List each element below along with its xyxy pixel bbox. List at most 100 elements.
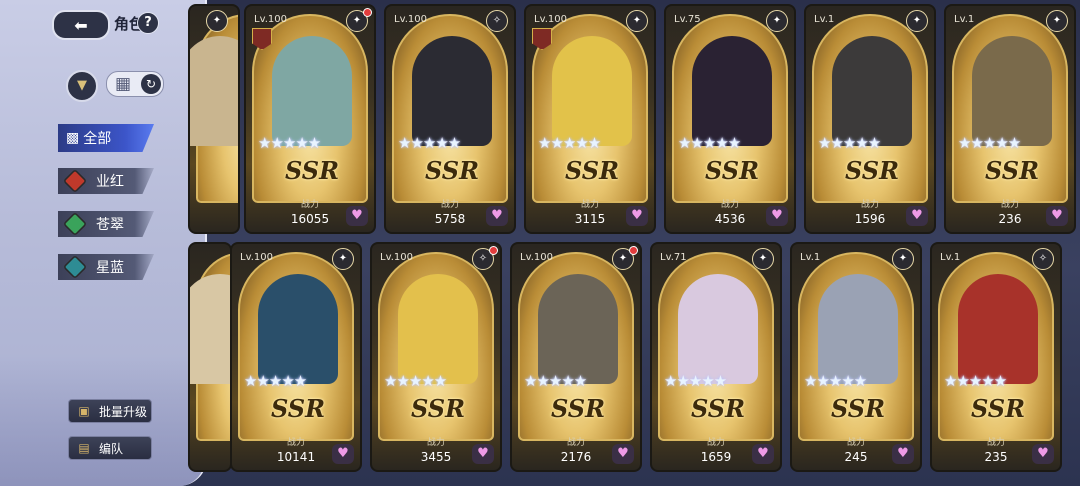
character-card[interactable]: Lv.1 ✦ ★★★★★ SSR 战力 236 ♥	[944, 4, 1076, 234]
character-card[interactable]: Lv.1 ✦ ★★★★★ SSR 战力 1596 ♥	[804, 4, 936, 234]
star-rating: ★★★★★	[258, 134, 321, 152]
character-portrait	[398, 274, 478, 384]
star-rating: ★★★★★	[524, 372, 587, 390]
character-card[interactable]: Lv.1 ✦ ★★★★★ SSR 战力 245 ♥	[790, 242, 922, 472]
heart-icon[interactable]: ♥	[346, 206, 368, 226]
back-button[interactable]: ⬅	[52, 10, 110, 40]
heart-icon[interactable]: ♥	[626, 206, 648, 226]
level-text: Lv.75	[674, 14, 701, 25]
heart-icon[interactable]: ♥	[332, 444, 354, 464]
heart-icon[interactable]: ♥	[612, 444, 634, 464]
character-card[interactable]: Lv.75 ✦ ★★★★★ SSR 战力 4536 ♥	[664, 4, 796, 234]
level-text: Lv.100	[534, 14, 567, 25]
element-icon: ✦	[906, 10, 928, 32]
character-portrait	[258, 274, 338, 384]
element-icon: ✦	[332, 248, 354, 270]
heart-icon[interactable]: ♥	[486, 206, 508, 226]
star-rating: ★★★★★	[818, 134, 881, 152]
category-label: 苍翠	[96, 217, 124, 233]
batch-upgrade-label: 批量升级	[99, 404, 148, 419]
character-portrait	[190, 274, 230, 384]
character-portrait	[818, 274, 898, 384]
character-portrait	[538, 274, 618, 384]
rarity-label: SSR	[690, 394, 746, 423]
batch-upgrade-button[interactable]: ▣ 批量升级	[68, 399, 152, 423]
character-card[interactable]: Lv.100 ✧ ★★★★★ SSR 战力 3455 ♥	[370, 242, 502, 472]
rarity-label: SSR	[550, 394, 606, 423]
heart-icon[interactable]: ♥	[752, 444, 774, 464]
element-icon: ✦	[626, 10, 648, 32]
star-rating: ★★★★★	[398, 134, 461, 152]
star-rating: ★★★★★	[958, 134, 1021, 152]
character-portrait	[190, 36, 238, 146]
level-text: Lv.100	[520, 252, 553, 263]
level-text: Lv.100	[240, 252, 273, 263]
rarity-label: SSR	[970, 394, 1026, 423]
category-blue[interactable]: 星蓝	[58, 254, 154, 280]
star-rating: ★★★★★	[664, 372, 727, 390]
level-text: Lv.1	[800, 252, 821, 263]
category-label: 星蓝	[96, 260, 124, 276]
star-rating: ★★★★★	[244, 372, 307, 390]
heart-icon[interactable]: ♥	[472, 444, 494, 464]
character-portrait	[832, 36, 912, 146]
character-card[interactable]: Lv.1 ✧ ★★★★★ SSR 战力 235 ♥	[930, 242, 1062, 472]
back-arrow-icon: ⬅	[74, 15, 88, 35]
grid-view-icon[interactable]: ▦	[115, 75, 133, 93]
notification-dot	[363, 8, 372, 17]
character-portrait	[958, 274, 1038, 384]
heart-icon[interactable]: ♥	[1046, 206, 1068, 226]
rarity-label: SSR	[984, 156, 1040, 185]
level-text: Lv.71	[660, 252, 687, 263]
star-rating: ★★★★★	[538, 134, 601, 152]
rarity-label: SSR	[284, 156, 340, 185]
character-portrait	[412, 36, 492, 146]
rarity-label: SSR	[830, 394, 886, 423]
rarity-label: SSR	[564, 156, 620, 185]
character-card[interactable]: Lv.100 ✦ ★★★★★ SSR 战力 2176 ♥	[510, 242, 642, 472]
character-card[interactable]: Lv.100 ✦ ★★★★★ SSR 战力 3115 ♥	[524, 4, 656, 234]
character-card[interactable]: Lv.100 ✦ ★★★★★ SSR 战力 16055 ♥	[244, 4, 376, 234]
character-portrait	[552, 36, 632, 146]
character-card-partial[interactable]	[188, 242, 232, 472]
blue-gem-icon	[62, 254, 88, 280]
category-label: 全部	[83, 131, 112, 147]
character-portrait	[972, 36, 1052, 146]
notification-dot	[489, 246, 498, 255]
category-red[interactable]: 业红	[58, 168, 154, 194]
character-card-partial[interactable]: ✦	[188, 4, 240, 234]
formation-icon: ▤	[78, 441, 90, 455]
level-text: Lv.100	[380, 252, 413, 263]
book-icon: ▣	[78, 404, 90, 418]
element-icon: ✦	[206, 10, 228, 32]
rarity-label: SSR	[410, 394, 466, 423]
filter-button[interactable]: ▼	[66, 70, 98, 102]
view-toggle[interactable]: ▦ ↻	[106, 71, 164, 97]
element-icon: ✧	[1032, 248, 1054, 270]
rarity-label: SSR	[424, 156, 480, 185]
character-portrait	[692, 36, 772, 146]
heart-icon[interactable]: ♥	[1032, 444, 1054, 464]
refresh-icon[interactable]: ↻	[141, 74, 161, 94]
filter-icon: ▼	[77, 78, 87, 93]
rarity-label: SSR	[844, 156, 900, 185]
formation-button[interactable]: ▤ 编队	[68, 436, 152, 460]
element-icon: ✦	[752, 248, 774, 270]
star-rating: ★★★★★	[384, 372, 447, 390]
heart-icon[interactable]: ♥	[766, 206, 788, 226]
heart-icon[interactable]: ♥	[892, 444, 914, 464]
level-text: Lv.100	[254, 14, 287, 25]
all-grid-icon: ▩	[66, 130, 80, 146]
category-all[interactable]: ▩ 全部	[58, 124, 154, 152]
character-card[interactable]: Lv.100 ✧ ★★★★★ SSR 战力 5758 ♥	[384, 4, 516, 234]
character-card[interactable]: Lv.71 ✦ ★★★★★ SSR 战力 1659 ♥	[650, 242, 782, 472]
green-gem-icon	[62, 211, 88, 237]
star-rating: ★★★★★	[804, 372, 867, 390]
element-icon: ✦	[1046, 10, 1068, 32]
heart-icon[interactable]: ♥	[906, 206, 928, 226]
character-card[interactable]: Lv.100 ✦ ★★★★★ SSR 战力 10141 ♥	[230, 242, 362, 472]
level-text: Lv.1	[814, 14, 835, 25]
help-button[interactable]: ?	[137, 12, 159, 34]
category-green[interactable]: 苍翠	[58, 211, 154, 237]
star-rating: ★★★★★	[944, 372, 1007, 390]
